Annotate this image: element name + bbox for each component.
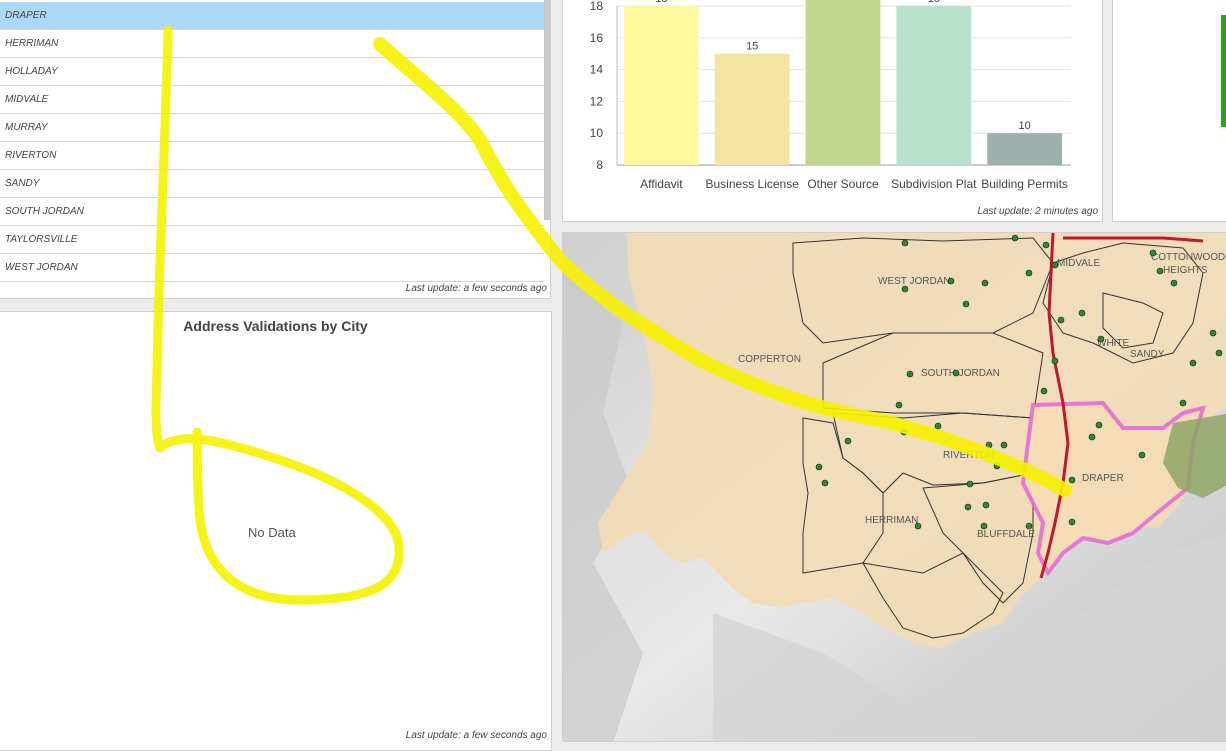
city-row-herriman[interactable]: HERRIMAN [0,30,544,58]
map-point[interactable] [1068,518,1076,526]
city-list-panel: DRAPER HERRIMAN HOLLADAY MIDVALE MURRAY RIVER… [0,0,551,299]
map-point[interactable] [947,277,955,285]
map-point[interactable] [980,522,988,530]
map-point[interactable] [985,441,993,449]
map-point[interactable] [1138,451,1146,459]
city-row-south-jordan[interactable]: SOUTH JORDAN [0,198,544,226]
map-point[interactable] [1189,359,1197,367]
map-point[interactable] [1215,349,1223,357]
city-row-holladay[interactable]: HOLLADAY [0,58,544,86]
map-point[interactable] [982,501,990,509]
map-point[interactable] [952,369,960,377]
chart-bar [896,6,972,165]
map-point[interactable] [1179,399,1187,407]
map-point[interactable] [981,279,989,287]
map-label-midvale: MIDVALE [1057,258,1100,269]
map-point[interactable] [962,300,970,308]
map-point[interactable] [1042,241,1050,249]
chart-bar [987,133,1062,165]
map-point[interactable] [993,462,1001,470]
chart-category-label: Building Permits [981,177,1068,191]
map-point[interactable] [1025,269,1033,277]
source-bar-chart: 8 10 12 14 16 18 Affidavit 18 Business License 15… [590,0,1071,191]
map-panel[interactable]: WEST JORDAN MIDVALE COTTONWOOD HEIGHTS WHITE… [562,232,1226,742]
map-point[interactable] [906,370,914,378]
address-validations-title: Address Validations by City [183,318,368,334]
map-point[interactable] [1097,335,1105,343]
source-chart-last-update: Last update: 2 minutes ago [977,206,1098,217]
map-label-heights: HEIGHTS [1163,265,1208,276]
chart-ytick-label: 18 [590,0,604,13]
map-point[interactable] [1156,267,1164,275]
map-label-cottonwood: COTTONWOOD [1151,252,1225,263]
map-label-draper: DRAPER [1082,473,1124,484]
map-point[interactable] [964,503,972,511]
city-list: DRAPER HERRIMAN HOLLADAY MIDVALE MURRAY RIVER… [0,2,544,282]
map-point[interactable] [821,479,829,487]
city-row-riverton[interactable]: RIVERTON [0,142,544,170]
indicator-panel [1112,0,1226,222]
map-point[interactable] [1095,421,1103,429]
indicator-bar [1221,15,1226,127]
map-label-sandy: SANDY [1130,349,1165,360]
map-point[interactable] [1170,279,1178,287]
city-row-sandy[interactable]: SANDY [0,170,544,198]
map-point[interactable] [1000,441,1008,449]
chart-category-label: Business License [706,177,800,191]
map-point[interactable] [1088,433,1096,441]
city-row-taylorsville[interactable]: TAYLORSVILLE [0,226,544,254]
chart-ytick-label: 8 [596,158,603,172]
map-point[interactable] [900,428,908,436]
address-validations-last-update: Last update: a few seconds ago [405,730,547,741]
map-label-south-jordan: SOUTH JORDAN [921,368,1000,379]
map-point[interactable] [1025,522,1033,530]
map-point[interactable] [815,463,823,471]
map-point[interactable] [1040,387,1048,395]
map-point[interactable] [966,480,974,488]
map-point[interactable] [1051,357,1059,365]
map-point[interactable] [895,401,903,409]
chart-category-label: Affidavit [640,177,683,191]
map-point[interactable] [901,285,909,293]
chart-category-label: Subdivision Plat [891,177,977,191]
city-row-murray[interactable]: MURRAY [0,114,544,142]
map-label-bluffdale: BLUFFDALE [977,529,1035,540]
chart-ytick-label: 16 [590,31,604,45]
chart-bar [805,0,881,165]
address-validations-panel: Address Validations by City No Data Last… [0,311,552,751]
no-data-message: No Data [248,525,296,540]
map-point[interactable] [1051,261,1059,269]
city-list-last-update: Last update: a few seconds ago [405,283,547,294]
city-row-draper[interactable]: DRAPER [0,2,544,30]
city-row-west-jordan[interactable]: WEST JORDAN [0,254,544,282]
chart-ytick-label: 14 [590,63,604,77]
chart-ytick-label: 12 [590,94,604,108]
map-point[interactable] [914,522,922,530]
map-point[interactable] [1078,309,1086,317]
map-label-copperton: COPPERTON [738,354,801,365]
map-point[interactable] [844,437,852,445]
chart-bar [624,6,699,165]
map-label-riverton: RIVERTON [943,450,994,461]
map-point[interactable] [934,422,942,430]
city-map[interactable]: WEST JORDANMIDVALECOTTONWOODHEIGHTSWHITE… [563,233,1226,742]
chart-data-label: 18 [655,0,667,5]
chart-data-label: 10 [1018,120,1030,132]
map-label-herriman: HERRIMAN [865,515,918,526]
map-point[interactable] [901,239,909,247]
chart-data-label: 18 [928,0,940,5]
map-point[interactable] [1209,329,1217,337]
map-label-west-jordan: WEST JORDAN [878,276,951,287]
map-point[interactable] [1057,316,1065,324]
chart-data-label: 15 [746,41,758,53]
list-scrollbar[interactable] [544,0,550,220]
map-point[interactable] [1011,234,1019,242]
source-chart-panel: 8 10 12 14 16 18 Affidavit 18 Business License 15… [562,0,1103,222]
map-point[interactable] [1068,476,1076,484]
city-row-midvale[interactable]: MIDVALE [0,86,544,114]
chart-category-label: Other Source [807,177,879,191]
map-point[interactable] [1149,249,1157,257]
chart-ytick-label: 10 [590,126,604,140]
chart-bar [714,53,790,166]
